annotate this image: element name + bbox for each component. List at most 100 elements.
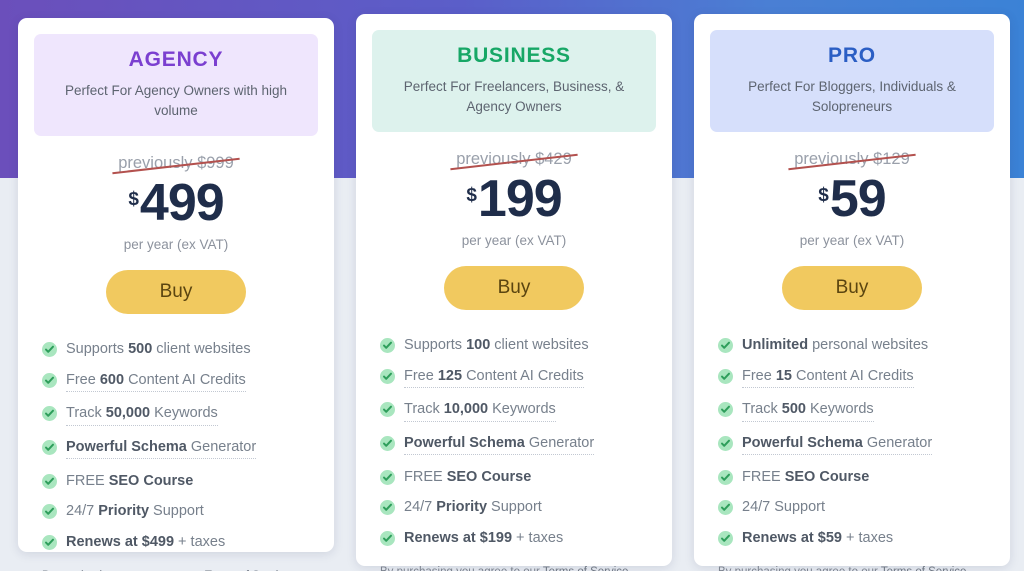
feature-text: FREE SEO Course: [742, 468, 870, 485]
plan-header-agency: AGENCY Perfect For Agency Owners with hig…: [34, 34, 318, 137]
terms-of-service-link[interactable]: Terms of Service: [880, 565, 967, 571]
terms-notice: By purchasing you agree to our Terms of …: [34, 564, 318, 571]
feature-list: Unlimited personal websites Free 15 Conte…: [710, 310, 994, 559]
currency-symbol: $: [128, 189, 139, 211]
feature-list: Supports 100 client websites Free 125 Con…: [372, 310, 656, 559]
strikethrough-line: [450, 153, 578, 170]
buy-button-pro[interactable]: Buy: [781, 266, 923, 311]
previous-price-row: previously $129: [710, 150, 994, 171]
strikethrough-line: [788, 153, 916, 170]
feature-text: Powerful Schema Generator: [742, 434, 933, 456]
check-circle-icon: [718, 368, 733, 384]
feature-item: FREE SEO Course: [718, 468, 990, 486]
plan-header-business: BUSINESS Perfect For Freelancers, Busines…: [372, 30, 656, 133]
check-circle-icon: [718, 469, 733, 485]
feature-item: FREE SEO Course: [380, 468, 652, 486]
price-period: per year (ex VAT): [123, 237, 229, 253]
price-period: per year (ex VAT): [461, 233, 567, 249]
check-circle-icon: [42, 440, 57, 455]
feature-text: Supports 500 client websites: [66, 341, 251, 358]
price-period: per year (ex VAT): [799, 233, 905, 249]
feature-item: Powerful Schema Generator: [42, 438, 314, 460]
feature-item: Track 50,000 Keywords: [42, 404, 314, 426]
feature-text: 24/7 Priority Support: [66, 503, 204, 520]
check-circle-icon: [380, 436, 395, 451]
price-amount: 59: [829, 170, 887, 229]
check-circle-icon: [380, 368, 395, 384]
check-circle-icon: [718, 500, 733, 516]
plan-tagline: Perfect For Bloggers, Individuals & Solo…: [748, 79, 956, 114]
check-circle-icon: [42, 473, 57, 489]
feature-text: Renews at $499 + taxes: [66, 533, 226, 550]
check-circle-icon: [718, 338, 733, 354]
check-circle-icon: [380, 402, 395, 418]
plan-tagline: Perfect For Agency Owners with high volu…: [64, 83, 288, 118]
buy-button-wrapper: Buy: [34, 252, 318, 315]
check-circle-icon: [380, 469, 395, 485]
feature-text: Powerful Schema Generator: [66, 438, 257, 460]
feature-item: Renews at $199 + taxes: [380, 529, 652, 547]
check-circle-icon: [42, 406, 57, 422]
check-circle-icon: [42, 372, 57, 388]
feature-item: 24/7 Support: [718, 498, 990, 516]
feature-text: 24/7 Priority Support: [404, 499, 542, 516]
feature-text: FREE SEO Course: [404, 468, 532, 485]
feature-text: 24/7 Support: [742, 499, 826, 516]
plan-name: BUSINESS: [457, 44, 571, 67]
terms-notice: By purchasing you agree to our Terms of …: [710, 560, 994, 571]
feature-text: FREE SEO Course: [66, 472, 194, 489]
feature-text: Free 125 Content AI Credits: [404, 367, 584, 388]
feature-item: Supports 500 client websites: [42, 340, 314, 358]
feature-item: Free 15 Content AI Credits: [718, 367, 990, 388]
feature-text: Renews at $199 + taxes: [404, 529, 564, 546]
previous-price: previously $429: [450, 150, 578, 171]
previous-price-row: previously $429: [372, 150, 656, 171]
price-row: $499: [34, 177, 318, 229]
previous-price: previously $129: [788, 150, 916, 171]
check-circle-icon: [42, 504, 57, 520]
strikethrough-line: [112, 157, 240, 174]
price-amount: 499: [139, 174, 225, 233]
feature-text: Renews at $59 + taxes: [742, 529, 894, 546]
feature-item: FREE SEO Course: [42, 472, 314, 490]
price-amount: 199: [477, 170, 563, 229]
check-circle-icon: [380, 500, 395, 516]
feature-item: Powerful Schema Generator: [718, 434, 990, 456]
feature-text: Powerful Schema Generator: [404, 434, 595, 456]
price-block: previously $429 $199 per year (ex VAT): [372, 132, 656, 248]
feature-text: Free 600 Content AI Credits: [66, 371, 246, 392]
price-row: $199: [372, 173, 656, 225]
check-circle-icon: [718, 436, 733, 451]
currency-symbol: $: [466, 185, 477, 207]
feature-item: Free 600 Content AI Credits: [42, 371, 314, 392]
check-circle-icon: [718, 530, 733, 546]
feature-item: Supports 100 client websites: [380, 336, 652, 354]
check-circle-icon: [718, 402, 733, 418]
currency-symbol: $: [818, 185, 829, 207]
price-row: $59: [710, 173, 994, 225]
feature-item: 24/7 Priority Support: [380, 498, 652, 516]
terms-notice: By purchasing you agree to our Terms of …: [372, 560, 656, 571]
plan-name: PRO: [828, 44, 876, 67]
buy-button-wrapper: Buy: [372, 248, 656, 311]
check-circle-icon: [380, 338, 395, 354]
feature-item: Free 125 Content AI Credits: [380, 367, 652, 388]
feature-text: Unlimited personal websites: [742, 337, 929, 354]
feature-text: Track 10,000 Keywords: [404, 400, 556, 422]
feature-item: Track 500 Keywords: [718, 400, 990, 422]
plan-tagline: Perfect For Freelancers, Business, & Age…: [403, 79, 625, 114]
feature-text: Track 500 Keywords: [742, 400, 874, 422]
feature-item: Renews at $59 + taxes: [718, 529, 990, 547]
previous-price: previously $999: [112, 154, 240, 175]
buy-button-agency[interactable]: Buy: [105, 270, 247, 315]
buy-button-business[interactable]: Buy: [443, 266, 585, 311]
feature-text: Track 50,000 Keywords: [66, 404, 218, 426]
terms-of-service-link[interactable]: Terms of Service: [542, 565, 629, 571]
check-circle-icon: [42, 342, 57, 358]
feature-item: Renews at $499 + taxes: [42, 533, 314, 551]
check-circle-icon: [42, 534, 57, 550]
feature-item: Unlimited personal websites: [718, 336, 990, 354]
check-circle-icon: [380, 530, 395, 546]
feature-item: 24/7 Priority Support: [42, 502, 314, 520]
pricing-card-agency: AGENCY Perfect For Agency Owners with hig…: [18, 18, 334, 571]
